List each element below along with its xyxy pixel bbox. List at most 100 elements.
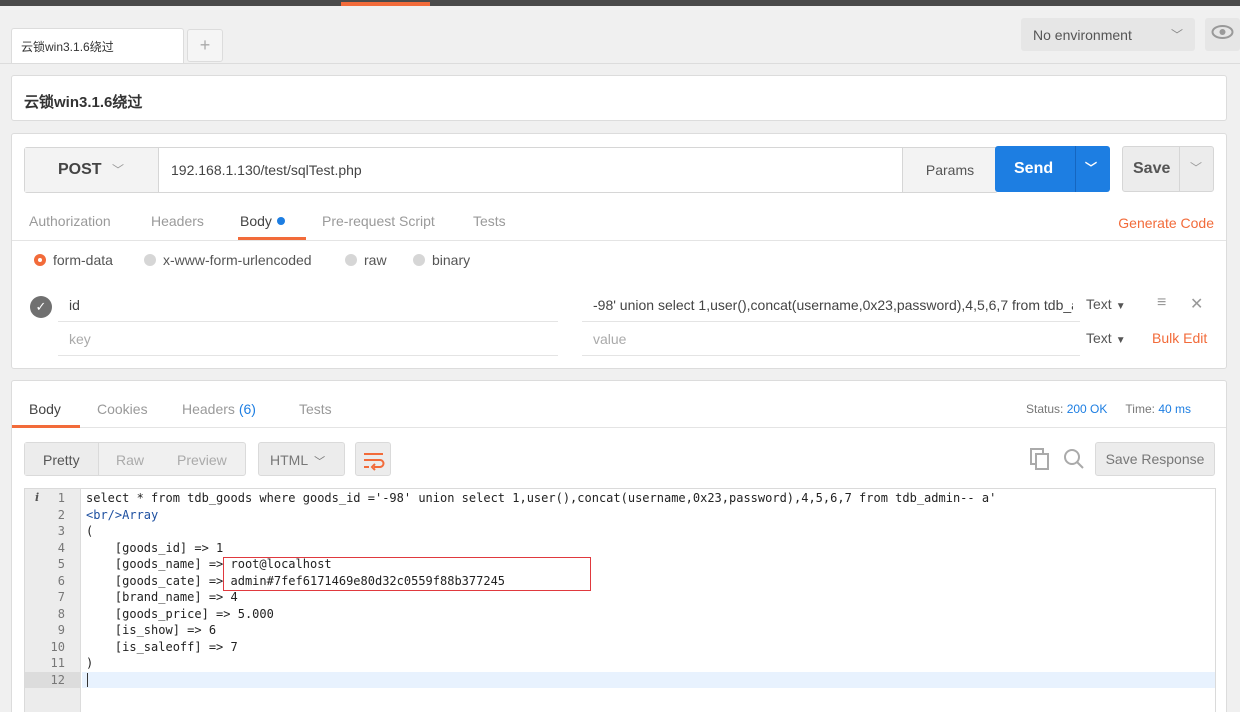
send-button[interactable]: Send ﹀ <box>995 146 1110 192</box>
tab-pre-request-script[interactable]: Pre-request Script <box>322 213 435 229</box>
response-status: Status: 200 OK Time: 40 ms <box>1026 402 1191 416</box>
environment-label: No environment <box>1033 27 1132 43</box>
radio-form-data[interactable]: form-data <box>34 252 113 268</box>
radio-label: binary <box>432 252 471 268</box>
send-split <box>1075 146 1076 192</box>
caret-down-icon: ▼ <box>1115 335 1126 346</box>
form-type-select[interactable]: Text ▼ <box>1086 296 1126 312</box>
close-icon[interactable]: ✕ <box>1190 294 1203 314</box>
code-line: [goods_price] => 5.000 <box>86 606 274 621</box>
tab-body[interactable]: Body <box>240 213 285 229</box>
resp-tab-cookies[interactable]: Cookies <box>97 401 148 417</box>
search-icon[interactable] <box>1062 447 1086 471</box>
caret-down-icon: ▼ <box>1115 301 1126 312</box>
request-name[interactable]: 云锁win3.1.6绕过 <box>11 75 1227 121</box>
view-pretty[interactable]: Pretty <box>43 452 80 468</box>
line-number: 12 <box>50 673 65 687</box>
chevron-down-icon: ﹀ <box>112 163 125 177</box>
code-line: select * from tdb_goods where goods_id =… <box>86 491 997 505</box>
line-number: 4 <box>57 540 65 555</box>
active-indicator <box>341 2 430 6</box>
request-name-text: 云锁win3.1.6绕过 <box>24 94 143 111</box>
form-type-label: Text <box>1086 296 1112 312</box>
tab-headers[interactable]: Headers <box>151 213 204 229</box>
save-button[interactable]: Save ﹀ <box>1122 146 1214 192</box>
format-select[interactable]: HTML ﹀ <box>258 442 345 476</box>
method-label: POST <box>58 161 102 178</box>
chevron-down-icon: ﹀ <box>314 456 326 468</box>
wrap-lines-button[interactable] <box>355 442 391 476</box>
environment-select[interactable]: No environment ﹀ <box>1021 18 1195 51</box>
line-number: 10 <box>50 639 65 654</box>
line-number: 5 <box>57 557 65 571</box>
method-select[interactable]: POST ﹀ <box>25 148 159 192</box>
tab-tests[interactable]: Tests <box>473 213 506 229</box>
headers-count: (6) <box>238 401 256 417</box>
radio-raw[interactable]: raw <box>345 252 387 268</box>
params-button[interactable]: Params <box>902 148 997 192</box>
modified-dot-icon <box>276 217 285 225</box>
form-key-input[interactable]: id <box>69 297 80 313</box>
time-value: 40 ms <box>1158 402 1191 416</box>
eye-icon <box>1211 25 1234 39</box>
save-response-button[interactable]: Save Response <box>1095 442 1215 476</box>
value-underline <box>582 321 1080 322</box>
radio-selected-icon <box>34 254 46 266</box>
code-line: [goods_id] => 1 <box>86 540 224 555</box>
copy-icon[interactable] <box>1029 447 1051 471</box>
response-tabs: Body Cookies Headers (6) Tests Status: 2… <box>12 381 1226 428</box>
status-label: Status: <box>1026 402 1064 416</box>
save-label: Save <box>1133 160 1171 177</box>
view-raw[interactable]: Raw <box>116 452 144 468</box>
current-line-highlight <box>82 672 1215 688</box>
checkmark-icon[interactable]: ✓ <box>30 296 52 318</box>
resp-tab-headers[interactable]: Headers (6) <box>182 401 256 417</box>
request-tab[interactable]: 云锁win3.1.6绕过 <box>11 28 184 64</box>
environment-eye-button[interactable] <box>1205 18 1240 51</box>
form-value-input[interactable]: -98' union select 1,user(),concat(userna… <box>593 297 1073 313</box>
radio-unselected-icon <box>413 254 425 266</box>
radio-urlencoded[interactable]: x-www-form-urlencoded <box>144 252 312 268</box>
generate-code-link[interactable]: Generate Code <box>1118 215 1214 231</box>
code-line: ( <box>86 524 94 538</box>
request-panel: POST ﹀ 192.168.1.130/test/sqlTest.php Pa… <box>11 133 1227 369</box>
status-value: 200 OK <box>1066 402 1108 416</box>
tab-body-label: Body <box>240 213 272 229</box>
view-preview[interactable]: Preview <box>177 452 227 468</box>
response-panel: Body Cookies Headers (6) Tests Status: 2… <box>11 380 1227 712</box>
resp-tab-body[interactable]: Body <box>29 401 61 417</box>
radio-binary[interactable]: binary <box>413 252 470 268</box>
text-cursor <box>87 673 88 687</box>
resp-tab-tests[interactable]: Tests <box>299 401 332 417</box>
new-key-input[interactable]: key <box>69 331 91 347</box>
line-number: 1 <box>57 491 65 505</box>
radio-label: form-data <box>53 252 113 268</box>
request-tab-label: 云锁win3.1.6绕过 <box>21 40 114 54</box>
hamburger-menu-icon[interactable]: ≡ <box>1157 294 1166 312</box>
code-line: <br/>Array <box>86 507 159 522</box>
new-value-input[interactable]: value <box>593 331 1073 347</box>
send-label: Send <box>1014 160 1054 177</box>
value-underline <box>582 355 1080 356</box>
new-type-select[interactable]: Text ▼ <box>1086 330 1126 346</box>
url-input[interactable]: 192.168.1.130/test/sqlTest.php <box>171 162 362 178</box>
bulk-edit-link[interactable]: Bulk Edit <box>1152 330 1207 346</box>
chevron-down-icon[interactable]: ﹀ <box>1190 159 1202 176</box>
tab-divider <box>0 63 1240 64</box>
chevron-down-icon[interactable]: ﹀ <box>1085 159 1097 176</box>
code-line: [is_saleoff] => 7 <box>86 639 238 654</box>
add-tab-button[interactable]: + <box>187 29 223 62</box>
active-tab-underline <box>12 425 80 428</box>
request-tabs: Authorization Headers Body Pre-request S… <box>12 208 1226 241</box>
radio-label: raw <box>364 252 387 268</box>
time-label: Time: <box>1125 402 1155 416</box>
code-line: ) <box>86 656 94 670</box>
active-tab-underline <box>238 237 306 240</box>
url-bar: POST ﹀ 192.168.1.130/test/sqlTest.php Pa… <box>24 147 998 193</box>
line-number: 7 <box>57 590 65 604</box>
view-mode-group: Pretty Raw Preview <box>24 442 246 476</box>
highlight-annotation-box <box>223 557 591 591</box>
tab-authorization[interactable]: Authorization <box>29 213 111 229</box>
response-code-editor[interactable]: i 1 2 3 4 5 6 7 8 9 10 11 12 select * fr… <box>24 488 1216 712</box>
radio-label: x-www-form-urlencoded <box>163 252 312 268</box>
